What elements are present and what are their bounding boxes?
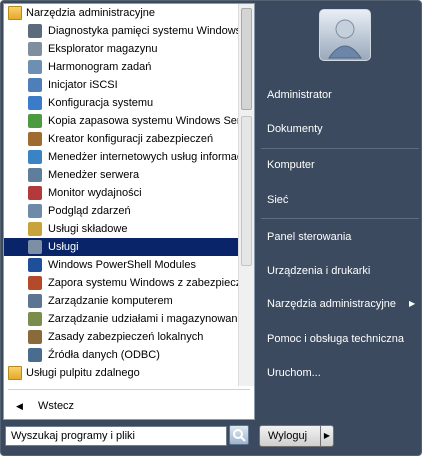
program-icon (28, 186, 42, 200)
program-label: Windows PowerShell Modules (48, 259, 196, 271)
program-item[interactable]: Źródła danych (ODBC) (4, 346, 240, 364)
separator (8, 389, 250, 390)
program-icon (28, 132, 42, 146)
search-input[interactable]: Wyszukaj programy i pliki (5, 426, 227, 446)
program-list: Narzędzia administracyjne Diagnostyka pam… (4, 4, 240, 386)
program-item[interactable]: Kopia zapasowa systemu Windows Serv (4, 112, 240, 130)
right-item-run[interactable]: Uruchom... (267, 367, 321, 379)
program-item[interactable]: Windows PowerShell Modules (4, 256, 240, 274)
program-item[interactable]: Zasady zabezpieczeń lokalnych (4, 328, 240, 346)
program-icon (28, 276, 42, 290)
program-item[interactable]: Eksplorator magazynu (4, 40, 240, 58)
program-item[interactable]: Zarządzanie komputerem (4, 292, 240, 310)
search-button[interactable] (229, 425, 249, 445)
chevron-right-icon: ▶ (409, 299, 416, 308)
program-item[interactable]: Monitor wydajności (4, 184, 240, 202)
scrollbar-track-highlight (241, 116, 252, 266)
program-icon (28, 222, 42, 236)
program-item[interactable]: Podgląd zdarzeń (4, 202, 240, 220)
program-label: Zapora systemu Windows z zabezpiecze (48, 277, 240, 289)
program-icon (28, 348, 42, 362)
program-label: Zasady zabezpieczeń lokalnych (48, 331, 204, 343)
folder-item[interactable]: Usługi pulpitu zdalnego (4, 364, 240, 382)
program-item[interactable]: Harmonogram zadań (4, 58, 240, 76)
right-item-help-support[interactable]: Pomoc i obsługa techniczna (267, 333, 404, 345)
program-icon (28, 312, 42, 326)
program-label: Eksplorator magazynu (48, 43, 158, 55)
back-button[interactable]: ◀ Wstecz (4, 392, 254, 420)
folder-item[interactable]: Narzędzia administracyjne (4, 4, 240, 22)
program-icon (28, 114, 42, 128)
program-icon (28, 330, 42, 344)
program-item[interactable]: Zapora systemu Windows z zabezpiecze (4, 274, 240, 292)
program-icon (28, 60, 42, 74)
vertical-scrollbar[interactable] (238, 4, 254, 386)
program-icon (28, 168, 42, 182)
program-label: Usługi składowe (48, 223, 128, 235)
program-label: Inicjator iSCSI (48, 79, 118, 91)
right-pane: Administrator Dokumenty Komputer Sieć Pa… (257, 1, 421, 421)
right-item-administrator[interactable]: Administrator (267, 89, 332, 101)
program-item[interactable]: Konfiguracja systemu (4, 94, 240, 112)
right-item-devices-printers[interactable]: Urządzenia i drukarki (267, 265, 370, 277)
program-item[interactable]: Menedżer serwera (4, 166, 240, 184)
program-label: Usługi pulpitu zdalnego (26, 367, 140, 379)
program-icon (28, 294, 42, 308)
program-label: Menedżer internetowych usług informac (48, 151, 240, 163)
program-label: Usługi (48, 241, 79, 253)
program-label: Zarządzanie komputerem (48, 295, 173, 307)
program-icon (28, 240, 42, 254)
program-label: Diagnostyka pamięci systemu Windows (48, 25, 240, 37)
program-icon (28, 24, 42, 38)
right-item-computer[interactable]: Komputer (267, 159, 315, 171)
program-icon (28, 150, 42, 164)
back-arrow-icon: ◀ (16, 401, 23, 411)
program-label: Harmonogram zadań (48, 61, 152, 73)
program-label: Źródła danych (ODBC) (48, 349, 160, 361)
program-label: Menedżer serwera (48, 169, 140, 181)
program-item[interactable]: Diagnostyka pamięci systemu Windows (4, 22, 240, 40)
program-icon (28, 42, 42, 56)
program-item[interactable]: Menedżer internetowych usług informac (4, 148, 240, 166)
program-item[interactable]: Inicjator iSCSI (4, 76, 240, 94)
back-label: Wstecz (38, 400, 75, 412)
program-label: Kreator konfiguracji zabezpieczeń (48, 133, 214, 145)
shutdown-options-arrow-icon[interactable]: ▶ (320, 425, 334, 447)
program-label: Monitor wydajności (48, 187, 142, 199)
user-icon (328, 19, 362, 59)
separator (261, 148, 419, 149)
right-item-admin-tools[interactable]: Narzędzia administracyjne (267, 298, 396, 310)
program-label: Kopia zapasowa systemu Windows Serv (48, 115, 240, 127)
programs-pane: Narzędzia administracyjne Diagnostyka pam… (3, 3, 255, 420)
program-label: Narzędzia administracyjne (26, 7, 155, 19)
folder-icon (8, 6, 22, 20)
logoff-button[interactable]: Wyloguj (259, 425, 321, 447)
program-item[interactable]: Usługi (4, 238, 240, 256)
right-item-network[interactable]: Sieć (267, 194, 288, 206)
user-avatar (319, 9, 371, 61)
program-icon (28, 204, 42, 218)
program-label: Konfiguracja systemu (48, 97, 154, 109)
program-item[interactable]: Usługi składowe (4, 220, 240, 238)
program-icon (28, 96, 42, 110)
search-icon (233, 429, 246, 442)
program-label: Podgląd zdarzeń (48, 205, 131, 217)
program-icon (28, 258, 42, 272)
start-menu: Narzędzia administracyjne Diagnostyka pam… (0, 0, 422, 456)
program-item[interactable]: Zarządzanie udziałami i magazynowanie (4, 310, 240, 328)
program-icon (28, 78, 42, 92)
program-label: Zarządzanie udziałami i magazynowanie (48, 313, 240, 325)
scrollbar-thumb[interactable] (241, 8, 252, 110)
right-item-control-panel[interactable]: Panel sterowania (267, 231, 351, 243)
program-item[interactable]: Kreator konfiguracji zabezpieczeń (4, 130, 240, 148)
right-item-documents[interactable]: Dokumenty (267, 123, 323, 135)
separator (261, 218, 419, 219)
folder-icon (8, 366, 22, 380)
